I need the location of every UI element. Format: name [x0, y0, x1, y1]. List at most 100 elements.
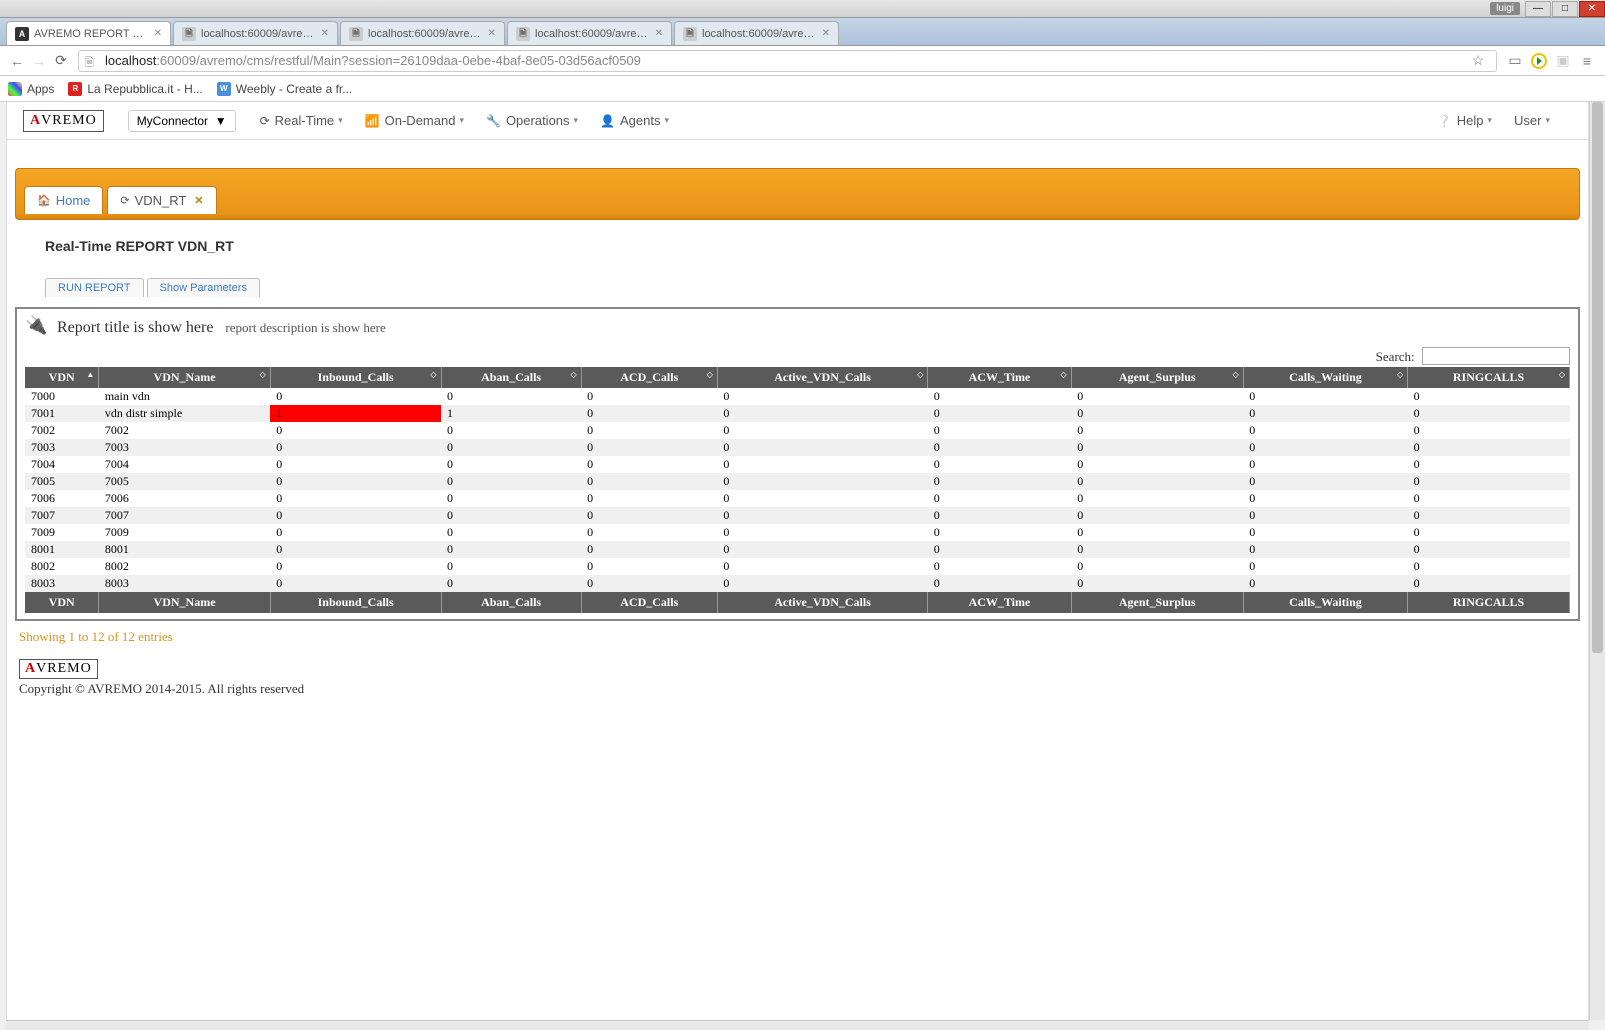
table-cell: 0 — [581, 439, 717, 456]
table-cell: 0 — [1071, 473, 1243, 490]
address-bar[interactable]: 🗎 localhost:60009/avremo/cms/restful/Mai… — [78, 50, 1497, 72]
column-header[interactable]: ACW_Time◇ — [928, 367, 1071, 388]
table-cell: 0 — [1243, 575, 1407, 592]
table-cell: 0 — [1408, 439, 1570, 456]
scrollbar-thumb[interactable] — [1592, 102, 1603, 653]
table-cell: 0 — [717, 541, 927, 558]
column-header[interactable]: RINGCALLS◇ — [1408, 367, 1570, 388]
table-row[interactable]: 7007700700000000 — [25, 507, 1570, 524]
column-header[interactable]: Agent_Surplus◇ — [1071, 367, 1243, 388]
window-close-button[interactable]: ✕ — [1579, 1, 1605, 17]
extension-icon[interactable]: ▣ — [1551, 49, 1575, 73]
table-cell: 0 — [928, 422, 1071, 439]
bookmark-apps[interactable]: Apps — [8, 82, 54, 96]
report-action-tabs: RUN REPORT Show Parameters — [45, 278, 1550, 297]
table-cell: 0 — [1243, 405, 1407, 422]
present-icon[interactable]: ▭ — [1503, 49, 1527, 73]
close-icon[interactable]: ✕ — [194, 194, 203, 207]
nav-realtime[interactable]: ⟳Real-Time▾ — [260, 113, 343, 128]
column-header[interactable]: VDN▲ — [25, 367, 99, 388]
extension-play-icon[interactable] — [1527, 49, 1551, 73]
nav-ondemand[interactable]: 📶On-Demand▾ — [365, 113, 464, 128]
column-header[interactable]: Active_VDN_Calls◇ — [717, 367, 927, 388]
nav-forward-button[interactable]: → — [28, 50, 50, 72]
show-parameters-button[interactable]: Show Parameters — [147, 278, 260, 297]
table-cell: 0 — [441, 456, 581, 473]
run-report-button[interactable]: RUN REPORT — [45, 278, 144, 297]
browser-tab-title: localhost:60009/avremo/c — [201, 28, 315, 40]
nav-user[interactable]: User▾ — [1514, 113, 1550, 128]
nav-agents[interactable]: 👤Agents▾ — [600, 113, 669, 128]
browser-tab-0[interactable]: A AVREMO REPORT EXPLOR ✕ — [6, 21, 171, 45]
table-cell: 7004 — [25, 456, 99, 473]
report-header-area: Real-Time REPORT VDN_RT RUN REPORT Show … — [7, 220, 1588, 307]
nav-reload-button[interactable]: ⟳ — [50, 50, 72, 72]
close-tab-icon[interactable]: ✕ — [154, 28, 162, 39]
column-header[interactable]: Calls_Waiting◇ — [1243, 367, 1407, 388]
column-header[interactable]: VDN_Name◇ — [99, 367, 270, 388]
table-cell: vdn distr simple — [99, 405, 270, 422]
table-row[interactable]: 7001vdn distr simple11000000 — [25, 405, 1570, 422]
app-tab-vdnrt[interactable]: ⟳ VDN_RT ✕ — [107, 186, 216, 214]
table-cell: 0 — [928, 541, 1071, 558]
page-favicon-icon: 🗎 — [516, 27, 530, 41]
table-cell: 0 — [1071, 575, 1243, 592]
table-row[interactable]: 7006700600000000 — [25, 490, 1570, 507]
nav-operations[interactable]: 🔧Operations▾ — [486, 113, 578, 128]
page-info-icon[interactable]: 🗎 — [85, 54, 99, 68]
column-footer: Aban_Calls — [441, 592, 581, 613]
search-input[interactable] — [1422, 347, 1570, 365]
column-header[interactable]: ACD_Calls◇ — [581, 367, 717, 388]
bookmark-repubblica[interactable]: RLa Repubblica.it - H... — [68, 82, 202, 96]
table-cell: 0 — [1408, 490, 1570, 507]
table-cell: 0 — [928, 524, 1071, 541]
table-row[interactable]: 8003800300000000 — [25, 575, 1570, 592]
browser-tab-1[interactable]: 🗎 localhost:60009/avremo/c ✕ — [173, 21, 338, 45]
window-user-badge: luigi — [1490, 2, 1520, 15]
table-row[interactable]: 7000main vdn00000000 — [25, 388, 1570, 405]
connector-select[interactable]: MyConnector ▼ — [128, 110, 236, 132]
search-label: Search: — [1376, 349, 1415, 364]
browser-toolbar: ← → ⟳ 🗎 localhost:60009/avremo/cms/restf… — [0, 46, 1605, 76]
sort-icon: ◇ — [260, 370, 266, 379]
table-cell: 7009 — [99, 524, 270, 541]
browser-tab-3[interactable]: 🗎 localhost:60009/avremo/c ✕ — [507, 21, 672, 45]
table-row[interactable]: 7005700500000000 — [25, 473, 1570, 490]
browser-menu-icon[interactable]: ≡ — [1575, 49, 1599, 73]
table-row[interactable]: 8002800200000000 — [25, 558, 1570, 575]
bookmark-star-icon[interactable]: ☆ — [1466, 49, 1490, 73]
table-cell: 0 — [1408, 541, 1570, 558]
table-cell: 7004 — [99, 456, 270, 473]
table-row[interactable]: 7009700900000000 — [25, 524, 1570, 541]
table-row[interactable]: 7002700200000000 — [25, 422, 1570, 439]
close-tab-icon[interactable]: ✕ — [822, 28, 830, 39]
window-minimize-button[interactable]: — — [1525, 1, 1551, 17]
browser-tab-4[interactable]: 🗎 localhost:60009/avremo/c ✕ — [674, 21, 839, 45]
table-row[interactable]: 8001800100000000 — [25, 541, 1570, 558]
browser-tab-strip: A AVREMO REPORT EXPLOR ✕ 🗎 localhost:600… — [0, 18, 1605, 46]
horizontal-scrollbar[interactable] — [6, 1020, 1589, 1030]
table-cell: 0 — [581, 507, 717, 524]
browser-tab-2[interactable]: 🗎 localhost:60009/avremo/c ✕ — [340, 21, 505, 45]
vertical-scrollbar[interactable] — [1589, 102, 1605, 1020]
table-row[interactable]: 7003700300000000 — [25, 439, 1570, 456]
close-tab-icon[interactable]: ✕ — [655, 28, 663, 39]
table-header-row: VDN▲VDN_Name◇Inbound_Calls◇Aban_Calls◇AC… — [25, 367, 1570, 388]
page-favicon-icon: 🗎 — [182, 27, 196, 41]
table-cell: main vdn — [99, 388, 270, 405]
close-tab-icon[interactable]: ✕ — [321, 28, 329, 39]
column-header[interactable]: Inbound_Calls◇ — [270, 367, 441, 388]
table-row[interactable]: 7004700400000000 — [25, 456, 1570, 473]
brand-logo[interactable]: AVREMO — [23, 110, 104, 132]
nav-help[interactable]: ❔Help▾ — [1437, 113, 1492, 128]
column-header[interactable]: Aban_Calls◇ — [441, 367, 581, 388]
table-cell: 0 — [1408, 388, 1570, 405]
close-tab-icon[interactable]: ✕ — [488, 28, 496, 39]
app-tab-home[interactable]: 🏠 Home — [24, 186, 103, 214]
bookmark-weebly[interactable]: WWeebly - Create a fr... — [217, 82, 353, 96]
nav-back-button[interactable]: ← — [6, 50, 28, 72]
window-maximize-button[interactable]: □ — [1552, 1, 1578, 17]
table-cell: 0 — [270, 524, 441, 541]
search-row: Search: — [25, 347, 1570, 365]
table-cell: 0 — [717, 575, 927, 592]
